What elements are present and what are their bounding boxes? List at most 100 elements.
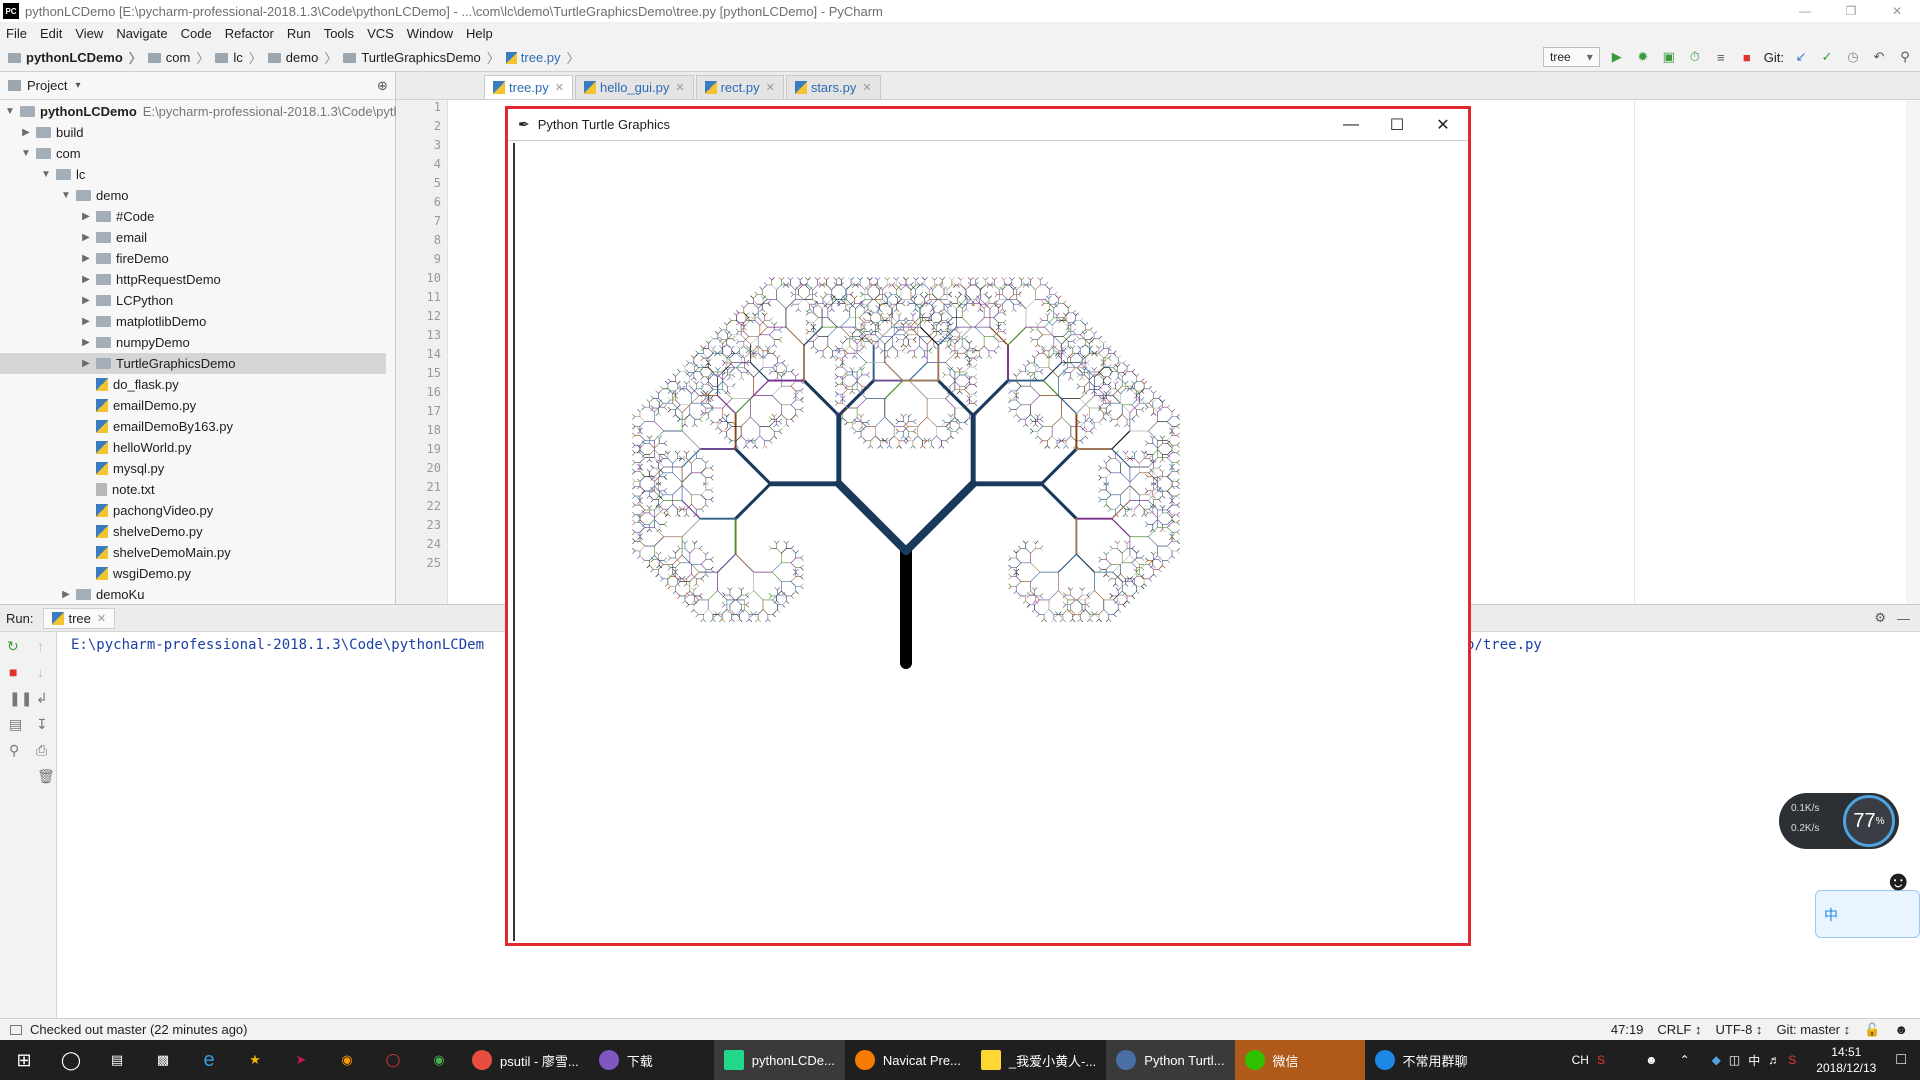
menu-navigate[interactable]: Navigate	[116, 26, 167, 41]
rerun-icon[interactable]: ↻	[7, 638, 19, 655]
tree-item[interactable]: ▼ lc	[40, 164, 85, 185]
terminal-icon[interactable]: ▩	[140, 1040, 186, 1080]
lock-icon[interactable]: 🔓	[1864, 1022, 1880, 1038]
debug-icon[interactable]: ✹	[1634, 48, 1652, 66]
pause-icon[interactable]: ❚❚	[9, 690, 32, 707]
tree-item-selected[interactable]: ▶ TurtleGraphicsDemo	[0, 353, 386, 374]
line-separator[interactable]: CRLF ↕	[1657, 1022, 1701, 1038]
run-tab-tree[interactable]: tree ✕	[43, 607, 116, 629]
tree-item[interactable]: ▶ numpyDemo	[80, 332, 190, 353]
edge-icon[interactable]: е	[186, 1040, 232, 1080]
tree-item[interactable]: emailDemoBy163.py	[92, 416, 233, 437]
git-branch[interactable]: Git: master ↕	[1776, 1022, 1850, 1038]
breadcrumb-com[interactable]: com 〉	[147, 48, 216, 67]
coverage-icon[interactable]: ▣	[1660, 48, 1678, 66]
app-pinned-icon[interactable]: ★	[232, 1040, 278, 1080]
tab-stars-py[interactable]: stars.py ✕	[785, 75, 881, 99]
breadcrumb-lc[interactable]: lc 〉	[215, 48, 267, 67]
minimize-icon[interactable]: —	[1782, 0, 1828, 22]
people-icon[interactable]: ☻	[1645, 1053, 1658, 1067]
taskbar-item-psutil[interactable]: psutil - 廖雪...	[462, 1040, 589, 1080]
feishu-icon[interactable]: ➤	[278, 1040, 324, 1080]
opera-icon[interactable]: ◯	[370, 1040, 416, 1080]
tree-item[interactable]: pachongVideo.py	[92, 500, 213, 521]
stop-icon[interactable]: ■	[1738, 48, 1756, 66]
tree-item[interactable]: ▼ demo	[60, 185, 128, 206]
tree-item[interactable]: mysql.py	[92, 458, 164, 479]
task-view-icon[interactable]: ▤	[94, 1040, 140, 1080]
tree-item[interactable]: shelveDemo.py	[92, 521, 203, 542]
soft-wrap-icon[interactable]: ↲	[36, 690, 48, 707]
stop-icon[interactable]: ■	[9, 664, 17, 680]
tree-item[interactable]: ▼ com	[20, 143, 81, 164]
tree-item[interactable]: ▶ httpRequestDemo	[80, 269, 221, 290]
tab-tree-py[interactable]: tree.py ✕	[484, 75, 573, 99]
breadcrumb-turtlegraphicsdemo[interactable]: TurtleGraphicsDemo 〉	[343, 48, 505, 67]
notification-icon[interactable]: □	[1896, 1051, 1906, 1069]
ime-mode[interactable]: 中	[1748, 1052, 1760, 1069]
menu-view[interactable]: View	[75, 26, 103, 41]
tree-item[interactable]: note.txt	[92, 479, 155, 500]
tree-item[interactable]: ▶ build	[20, 122, 83, 143]
tree-item[interactable]: ▶ LCPython	[80, 290, 173, 311]
gear-icon[interactable]: ⚙	[1874, 610, 1886, 626]
tree-item[interactable]: helloWorld.py	[92, 437, 192, 458]
tree-item[interactable]: wsgiDemo.py	[92, 563, 191, 584]
maximize-icon[interactable]: ☐	[1374, 109, 1420, 141]
chevron-up-icon[interactable]: ⌃	[1680, 1053, 1690, 1067]
windows-start-icon[interactable]: ⊞	[0, 1040, 48, 1080]
menu-vcs[interactable]: VCS	[367, 26, 394, 41]
tree-item[interactable]: ▶ matplotlibDemo	[80, 311, 206, 332]
tree-item[interactable]: do_flask.py	[92, 374, 179, 395]
volume-icon[interactable]: ♬	[1768, 1053, 1780, 1067]
run-icon[interactable]: ▶	[1608, 48, 1626, 66]
tree-item[interactable]: ▶ email	[80, 227, 147, 248]
taskbar-item-navicat[interactable]: Navicat Pre...	[845, 1040, 971, 1080]
search-icon[interactable]: ◯	[48, 1040, 94, 1080]
run-configuration-select[interactable]: tree ▾	[1543, 47, 1600, 67]
file-encoding[interactable]: UTF-8 ↕	[1715, 1022, 1762, 1038]
search-everywhere-icon[interactable]: ⚲	[1896, 48, 1914, 66]
sogou-icon[interactable]: S	[1597, 1053, 1605, 1067]
firefox-icon[interactable]: ◉	[324, 1040, 370, 1080]
close-icon[interactable]: ✕	[1874, 0, 1920, 22]
locate-icon[interactable]: ⊕	[377, 78, 388, 94]
close-tab-icon[interactable]: ✕	[555, 81, 564, 94]
menu-code[interactable]: Code	[181, 26, 212, 41]
git-revert-icon[interactable]: ↶	[1870, 48, 1888, 66]
tool-windows-icon[interactable]	[10, 1024, 22, 1035]
tree-item[interactable]: emailDemo.py	[92, 395, 196, 416]
concurrency-icon[interactable]: ≡	[1712, 48, 1730, 66]
tree-item[interactable]: ▶ #Code	[80, 206, 154, 227]
taskbar-item-download[interactable]: 下载	[589, 1040, 714, 1080]
ime-floating-toolbar[interactable]: 中 ☻	[1815, 865, 1920, 938]
menu-help[interactable]: Help	[466, 26, 493, 41]
breadcrumb-project[interactable]: pythonLCDemo 〉	[8, 48, 148, 67]
menu-edit[interactable]: Edit	[40, 26, 62, 41]
menu-refactor[interactable]: Refactor	[225, 26, 274, 41]
caret-position[interactable]: 47:19	[1611, 1022, 1644, 1038]
minimize-icon[interactable]: —	[1328, 109, 1374, 141]
close-tab-icon[interactable]: ✕	[675, 81, 684, 94]
breadcrumb-demo[interactable]: demo 〉	[267, 48, 344, 67]
tab-hello-gui-py[interactable]: hello_gui.py ✕	[574, 75, 694, 99]
close-icon[interactable]: ✕	[1420, 109, 1466, 141]
tree-item[interactable]: ▶ demoKu	[60, 584, 144, 605]
tray-app-icon[interactable]: ◆	[1712, 1053, 1721, 1067]
inspector-icon[interactable]: ☻	[1894, 1022, 1908, 1038]
turtle-canvas[interactable]	[513, 143, 1465, 941]
taskbar-item-notes[interactable]: _我爱小黄人-...	[971, 1040, 1106, 1080]
layout-icon[interactable]: ▤	[9, 716, 22, 733]
close-tab-icon[interactable]: ✕	[862, 81, 871, 94]
tab-rect-py[interactable]: rect.py ✕	[695, 75, 784, 99]
clock[interactable]: 14:51 2018/12/13	[1816, 1044, 1876, 1076]
profile-icon[interactable]: ⏱	[1686, 48, 1704, 66]
sogou-icon[interactable]: S	[1788, 1053, 1796, 1067]
trash-icon[interactable]: 🗑	[37, 768, 55, 785]
close-tab-icon[interactable]: ✕	[97, 612, 106, 625]
chrome-icon[interactable]: ◉	[416, 1040, 462, 1080]
breadcrumb-tree-py[interactable]: tree.py 〉	[505, 48, 586, 67]
network-icon[interactable]: ◫	[1729, 1053, 1740, 1067]
editor-scrollbar[interactable]	[1906, 100, 1920, 604]
menu-tools[interactable]: Tools	[324, 26, 354, 41]
